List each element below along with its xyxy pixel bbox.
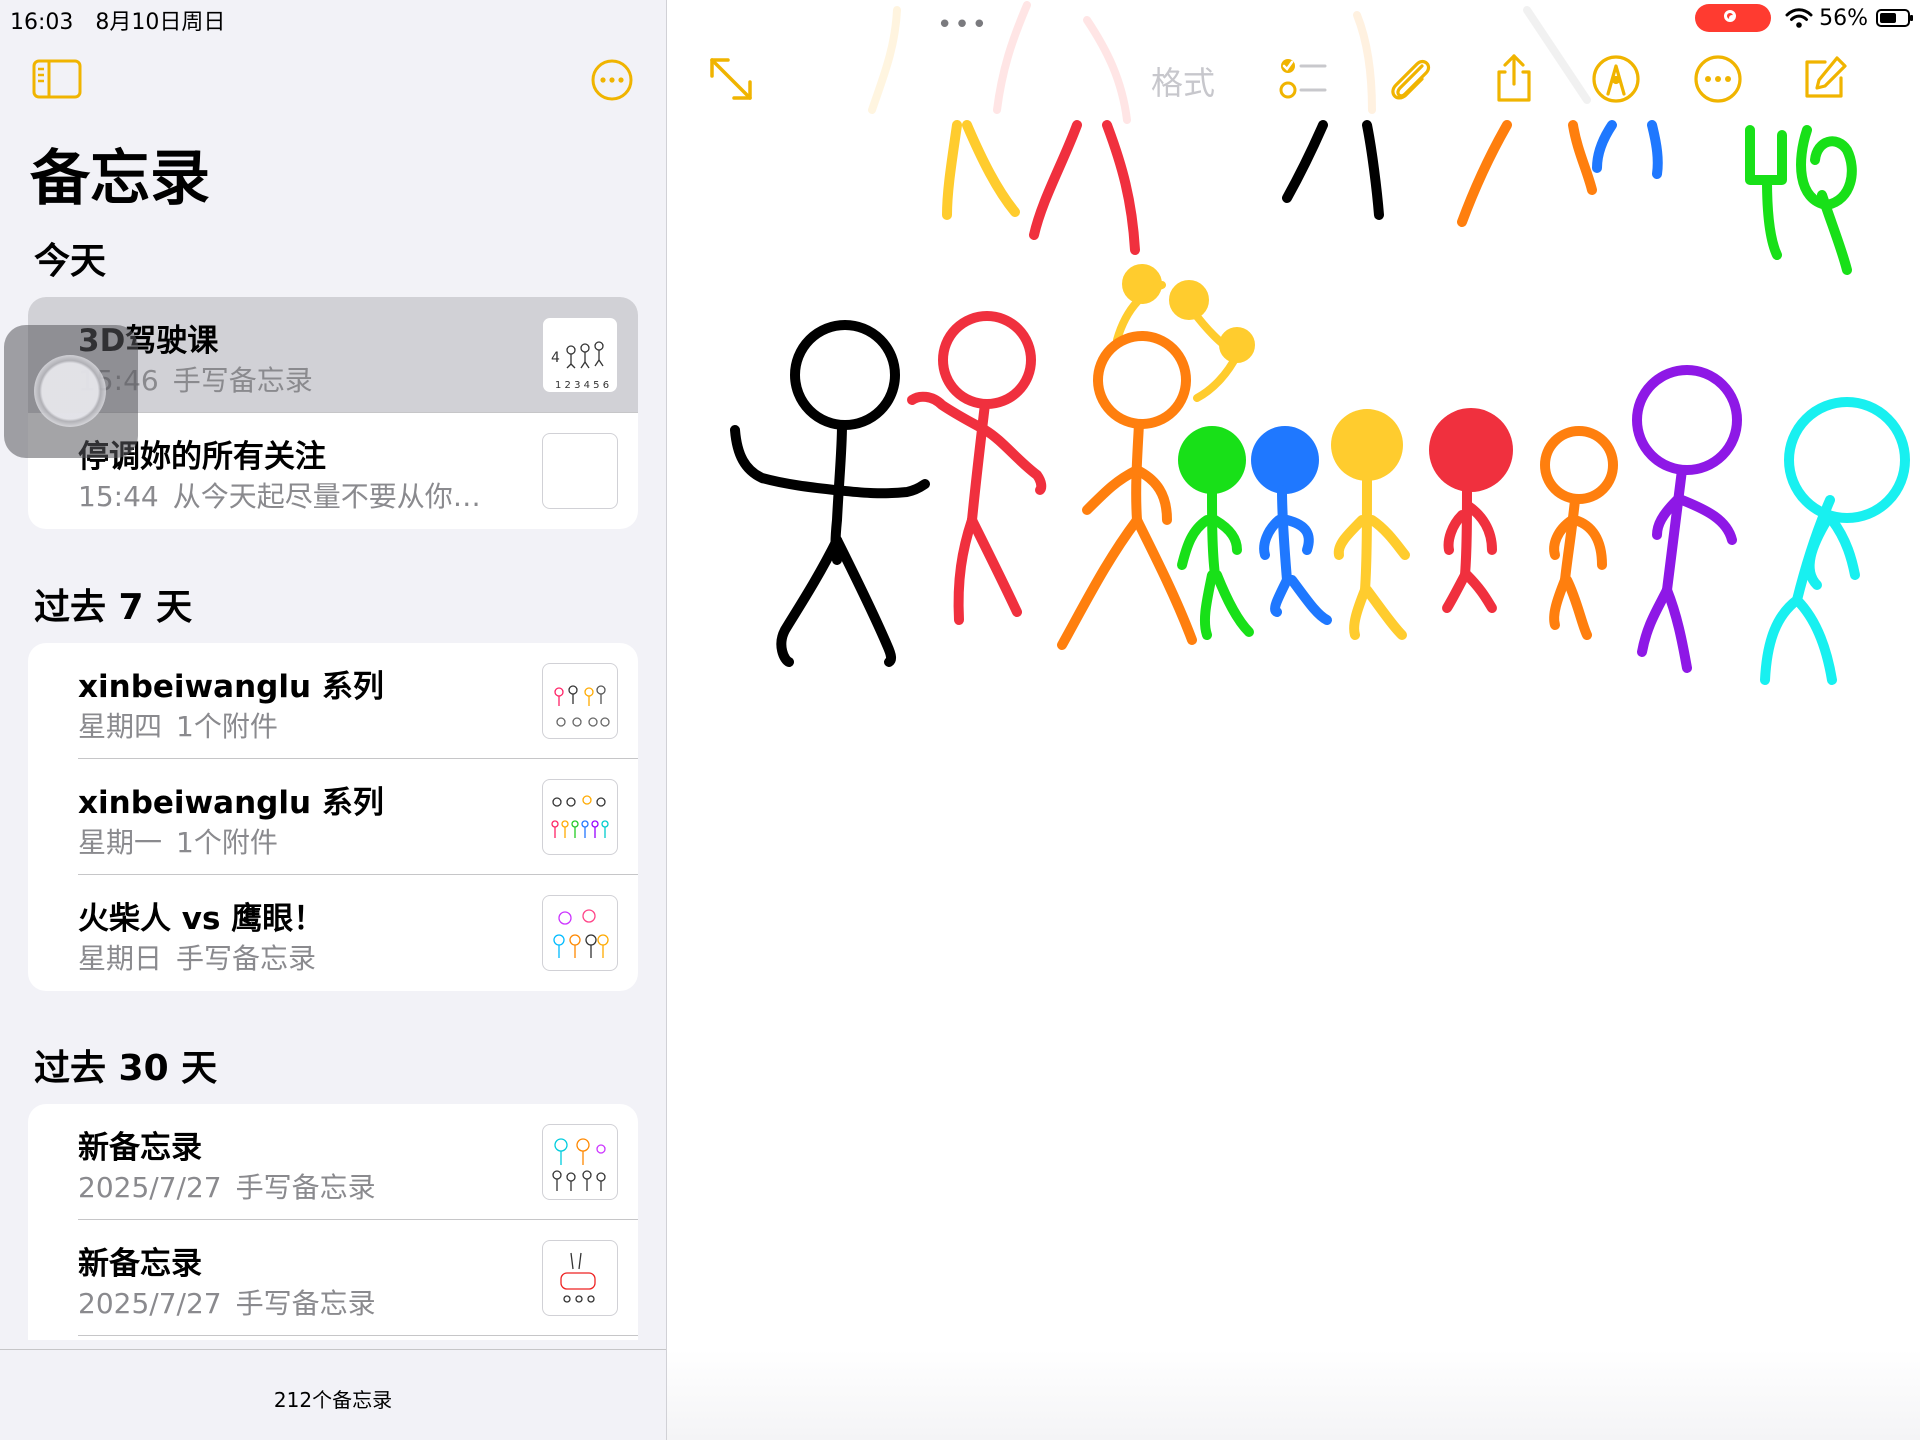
stick-figure-orange-2 (1540, 426, 1618, 640)
battery-percent: 56% (1819, 5, 1868, 31)
sidebar-bottom-bar: 212个备忘录 (0, 1349, 666, 1440)
status-time: 16:03 (10, 10, 74, 35)
note-thumbnail (542, 1240, 618, 1316)
note-thumbnail (542, 433, 618, 509)
note-date: 2025/7/27 (78, 1287, 222, 1320)
stick-figure-purple (1632, 365, 1742, 673)
checklist-icon[interactable] (1277, 52, 1331, 106)
note-subtitle: 星期日 手写备忘录 (78, 937, 316, 977)
note-row[interactable]: 火柴人 vs 鹰眼！ 星期日 手写备忘录 (28, 875, 638, 991)
note-detail: 手写备忘录 (235, 1287, 376, 1320)
note-title: xinbeiwanglu 系列 (78, 669, 384, 705)
expand-icon[interactable] (704, 52, 758, 106)
note-thumbnail (542, 663, 618, 739)
note-title: 火柴人 vs 鹰眼！ (78, 901, 325, 937)
note-detail: 1个附件 (176, 710, 278, 743)
assistive-touch-icon (34, 355, 106, 427)
notes-sidebar: 16:038月10日周日 备忘录 今天 3D驾驶课 15:46手写备忘录 4 (0, 0, 667, 1440)
format-button[interactable]: 格式 (1151, 58, 1215, 104)
section-header-today: 今天 (34, 241, 107, 282)
sidebar-more-icon[interactable] (590, 58, 634, 102)
notes-group-past-7-days: xinbeiwanglu 系列 星期四 1个附件 xinbeiwanglu 系列 … (28, 643, 638, 991)
note-detail: 从今天起尽量不要从你… (172, 480, 481, 513)
note-subtitle: 星期四 1个附件 (78, 705, 278, 745)
note-count: 212个备忘录 (273, 1388, 393, 1412)
note-row[interactable]: 新备忘录 2025/7/27 手写备忘录 (28, 1104, 638, 1220)
app-title: 备忘录 (30, 144, 210, 214)
stick-figure-red-2 (1429, 408, 1513, 613)
note-thumbnail (542, 779, 618, 855)
paperclip-icon[interactable] (1382, 52, 1436, 106)
note-subtitle: 2025/7/27 手写备忘录 (78, 1166, 376, 1206)
stick-figure-orange (1057, 331, 1197, 650)
svg-text:1 2 3 4 5 6: 1 2 3 4 5 6 (555, 380, 609, 391)
markup-pen-icon[interactable] (1589, 52, 1643, 106)
note-detail: 1个附件 (176, 826, 278, 859)
note-date: 星期日 (78, 942, 163, 975)
note-detail: 手写备忘录 (176, 942, 317, 975)
note-title: 新备忘录 (78, 1130, 202, 1166)
note-row[interactable]: xinbeiwanglu 系列 星期一 1个附件 (28, 759, 638, 875)
sidebar-toggle-icon[interactable] (32, 59, 82, 99)
note-subtitle: 15:44 从今天起尽量不要从你… (78, 475, 481, 515)
svg-text:4: 4 (551, 350, 560, 366)
note-thumbnail (542, 895, 618, 971)
stick-figure-black (730, 320, 930, 667)
note-title: xinbeiwanglu 系列 (78, 785, 384, 821)
note-thumbnail: 4 1 2 3 4 5 6 (542, 317, 618, 393)
wifi-icon (1785, 8, 1813, 28)
editor-bottom-fade (667, 1350, 1920, 1440)
stick-figure-green (1177, 426, 1254, 640)
note-date: 星期四 (78, 710, 163, 743)
share-icon[interactable] (1487, 52, 1541, 106)
stick-figure-red (907, 311, 1047, 625)
note-subtitle: 星期一 1个附件 (78, 821, 278, 861)
screen-recording-icon (1695, 4, 1772, 32)
note-subtitle: 2025/7/27 手写备忘录 (78, 1282, 376, 1322)
note-date: 2025/7/27 (78, 1171, 222, 1204)
status-date: 8月10日周日 (95, 10, 226, 35)
stick-figure-yellow (1331, 409, 1410, 640)
status-bar-right: 56% (1695, 4, 1913, 32)
stick-figure-blue (1251, 426, 1332, 625)
assistive-touch-button[interactable] (4, 325, 138, 458)
notes-group-past-30-days: 新备忘录 2025/7/27 手写备忘录 新备忘录 2025/7/27 手写备忘录 (28, 1104, 638, 1340)
battery-icon (1876, 9, 1913, 27)
stick-figure-cyan (1760, 397, 1910, 685)
note-date: 星期一 (78, 826, 163, 859)
stroke-top-yellow (942, 120, 962, 220)
note-row[interactable]: 新备忘录 2025/7/27 手写备忘录 (28, 1220, 638, 1336)
note-row[interactable]: xinbeiwanglu 系列 星期四 1个附件 (28, 643, 638, 759)
note-editor[interactable]: ••• 56% 格式 (667, 0, 1920, 1440)
note-detail: 手写备忘录 (235, 1171, 376, 1204)
note-detail: 手写备忘录 (172, 364, 313, 397)
section-header-past-7-days: 过去 7 天 (34, 587, 193, 628)
note-date: 15:44 (78, 480, 159, 513)
window-drag-handle[interactable]: ••• (937, 10, 989, 40)
more-icon[interactable] (1691, 52, 1745, 106)
section-header-past-30-days: 过去 30 天 (34, 1048, 218, 1089)
status-bar-left: 16:03 8月10日周日 (10, 4, 247, 36)
note-title: 新备忘录 (78, 1246, 202, 1282)
note-thumbnail (542, 1124, 618, 1200)
compose-icon[interactable] (1797, 52, 1851, 106)
row-separator (78, 1335, 638, 1336)
